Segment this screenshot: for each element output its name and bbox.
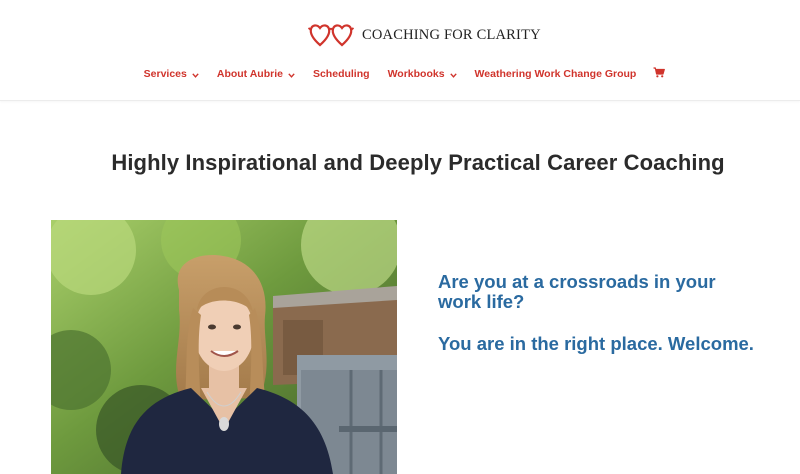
heart-glasses-icon bbox=[308, 21, 354, 49]
site-logo[interactable]: COACHING FOR CLARITY bbox=[308, 20, 541, 50]
cart-icon bbox=[653, 67, 666, 81]
nav-item-weathering-work-change-group[interactable]: Weathering Work Change Group bbox=[475, 68, 637, 80]
nav-item-services[interactable]: Services bbox=[144, 68, 199, 81]
main-navigation: Services About Aubrie Scheduling Workboo… bbox=[0, 67, 800, 81]
page-headline: Highly Inspirational and Deeply Practica… bbox=[111, 150, 725, 175]
cart-button[interactable] bbox=[653, 67, 666, 81]
nav-item-label: Services bbox=[143, 68, 187, 80]
nav-item-label: Weathering Work Change Group bbox=[474, 68, 637, 80]
chevron-down-icon bbox=[288, 69, 295, 81]
nav-item-label: Scheduling bbox=[312, 68, 370, 80]
nav-item-workbooks[interactable]: Workbooks bbox=[388, 68, 457, 81]
intro-welcome: You are in the right place. Welcome. bbox=[438, 333, 754, 354]
site-header: COACHING FOR CLARITY Services About Aubr… bbox=[0, 0, 800, 101]
nav-item-about-aubrie[interactable]: About Aubrie bbox=[217, 68, 295, 81]
intro-question: Are you at a crossroads in your work lif… bbox=[438, 271, 716, 312]
logo-text: COACHING FOR CLARITY bbox=[362, 26, 541, 43]
nav-item-label: About Aubrie bbox=[216, 68, 283, 80]
coach-portrait-photo bbox=[51, 220, 397, 474]
intro-text: Are you at a crossroads in your work lif… bbox=[438, 272, 758, 376]
nav-item-label: Workbooks bbox=[387, 68, 445, 80]
nav-item-scheduling[interactable]: Scheduling bbox=[313, 68, 370, 80]
chevron-down-icon bbox=[449, 69, 457, 81]
chevron-down-icon bbox=[192, 69, 199, 81]
